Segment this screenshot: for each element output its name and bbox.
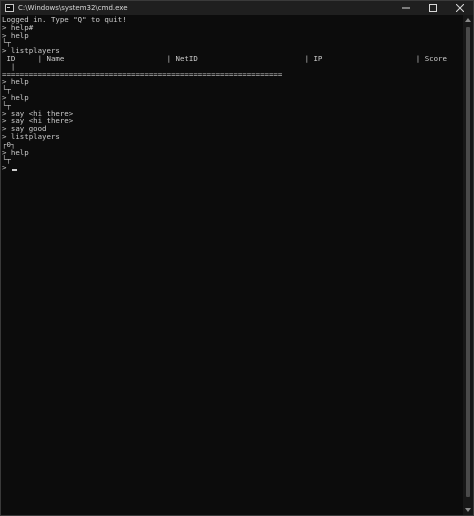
console-line: > help# bbox=[2, 22, 34, 32]
minimize-button[interactable] bbox=[392, 1, 419, 15]
close-button[interactable] bbox=[446, 1, 473, 15]
scroll-up-arrow-icon bbox=[465, 18, 471, 22]
scroll-down-arrow-icon bbox=[465, 508, 471, 512]
window-title: C:\Windows\system32\cmd.exe bbox=[18, 4, 128, 12]
scroll-thumb[interactable] bbox=[466, 27, 470, 497]
console-line: > help bbox=[2, 147, 29, 157]
player-table-header: ID | Name | NetID | IP | Score bbox=[2, 53, 447, 63]
console-line: └┬ bbox=[2, 38, 11, 48]
window-controls bbox=[392, 1, 473, 15]
cmd-app-icon[interactable] bbox=[5, 4, 14, 12]
player-table-separator: ========================================… bbox=[2, 69, 283, 79]
console-line: > help bbox=[2, 77, 29, 87]
console-line: └┬ bbox=[2, 155, 11, 165]
input-line[interactable]: > bbox=[2, 164, 463, 172]
console-output[interactable]: Logged in. Type "Q" to quit! > help# > h… bbox=[1, 15, 463, 515]
close-icon bbox=[455, 4, 464, 12]
title-bar[interactable]: C:\Windows\system32\cmd.exe bbox=[1, 1, 473, 15]
scroll-down-button[interactable] bbox=[463, 505, 473, 515]
console-line: > listplayers bbox=[2, 131, 60, 141]
text-cursor bbox=[11, 169, 17, 172]
console-line: > help bbox=[2, 30, 29, 40]
console-line: └┬ bbox=[2, 85, 11, 95]
cmd-window: C:\Windows\system32\cmd.exe Logged in. T… bbox=[0, 0, 474, 516]
console-line: > say <hi there> bbox=[2, 116, 74, 126]
minimize-icon bbox=[401, 7, 410, 9]
vertical-scrollbar[interactable] bbox=[463, 15, 473, 515]
console-line: > help bbox=[2, 92, 29, 102]
scroll-up-button[interactable] bbox=[463, 15, 473, 25]
prompt-symbol: > bbox=[2, 163, 7, 173]
console-line: Logged in. Type "Q" to quit! bbox=[2, 15, 127, 24]
maximize-icon bbox=[428, 4, 437, 12]
console-line: ┌0┐ bbox=[2, 139, 16, 149]
maximize-button[interactable] bbox=[419, 1, 446, 15]
console-line: > say good bbox=[2, 124, 47, 134]
